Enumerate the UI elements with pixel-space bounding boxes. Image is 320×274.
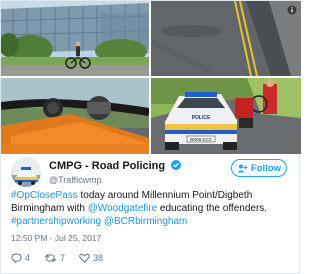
photo-bike-handlebars[interactable] (1, 78, 149, 154)
retweet-button[interactable]: 7 (44, 253, 65, 263)
follow-person-icon (237, 164, 248, 172)
photo-grid: POLICE BX66 KCX (1, 1, 301, 154)
photo-police-car[interactable]: POLICE BX66 KCX (151, 78, 301, 154)
tweet-header: CMPG - Road Policing @Trafficwmp Follow (1, 154, 301, 188)
reply-button[interactable]: 4 (11, 253, 30, 263)
reply-icon (11, 253, 22, 263)
timestamp[interactable]: 12:50 PM - Jul 25, 2017 (11, 233, 101, 243)
photo-building-cyclist[interactable] (1, 1, 149, 76)
info-icon[interactable] (287, 5, 297, 15)
verified-icon (171, 160, 182, 170)
photo-road-lines[interactable] (151, 1, 301, 76)
follow-button[interactable]: Follow (231, 159, 287, 177)
tweet-text-part: educating the offenders. (157, 203, 268, 214)
follow-label: Follow (250, 162, 282, 174)
hashtag-partnershipworking[interactable]: #partnershipworking (11, 216, 101, 227)
display-name-text[interactable]: CMPG - Road Policing (49, 160, 165, 172)
retweet-icon (44, 254, 57, 262)
tweet-text: #OpClosePass today around Millennium Poi… (11, 189, 295, 228)
reply-count: 4 (25, 253, 31, 263)
action-bar: 4 7 38 (11, 251, 117, 265)
account-handle[interactable]: @Trafficwmp (49, 175, 102, 185)
mention-woodgatefire[interactable]: @Woodgatefire (88, 203, 157, 214)
like-button[interactable]: 38 (79, 253, 103, 263)
police-car-text: POLICE (192, 115, 211, 121)
like-count: 38 (93, 253, 104, 263)
mention-bcrbirmingham[interactable]: @BCRbirmingham (104, 216, 188, 227)
display-name[interactable]: CMPG - Road Policing (49, 160, 182, 172)
tweet-card: POLICE BX66 KCX CMPG - Road Policing @Tr… (0, 0, 301, 274)
avatar[interactable] (11, 157, 41, 187)
like-icon (79, 253, 90, 263)
hashtag-opclosepass[interactable]: #OpClosePass (11, 190, 78, 201)
retweet-count: 7 (60, 253, 66, 263)
police-car-plate: BX66 KCX (190, 137, 212, 142)
